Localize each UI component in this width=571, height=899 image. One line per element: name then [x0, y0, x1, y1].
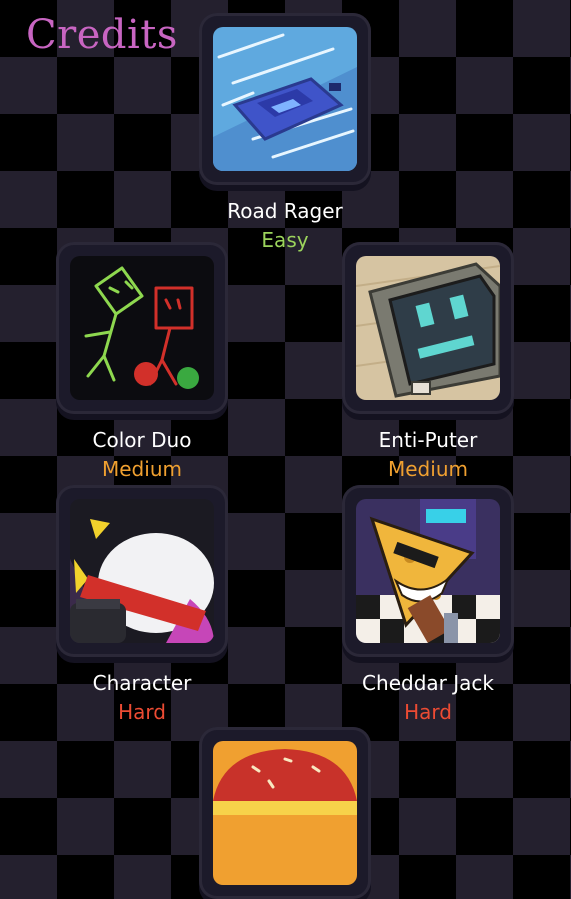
difficulty-label: Hard	[404, 700, 452, 724]
level-card-partial[interactable]	[199, 727, 371, 899]
cheese-character-art	[356, 499, 500, 643]
level-card-color-duo[interactable]: Color Duo Medium	[56, 242, 228, 481]
level-card-enti-puter[interactable]: Enti-Puter Medium	[342, 242, 514, 481]
credits-button[interactable]: Credits	[26, 12, 178, 58]
level-card-road-rager[interactable]: Road Rager Easy	[199, 13, 371, 252]
level-card-character[interactable]: Character Hard	[56, 485, 228, 724]
green-and-red-doodles-art	[70, 256, 214, 400]
difficulty-label: Hard	[118, 700, 166, 724]
level-title: Road Rager	[227, 199, 343, 223]
burger-art	[213, 741, 357, 885]
level-title: Enti-Puter	[378, 428, 478, 452]
car-on-road-art	[213, 27, 357, 171]
level-card-cheddar-jack[interactable]: Cheddar Jack Hard	[342, 485, 514, 724]
level-title: Character	[92, 671, 192, 695]
difficulty-label: Medium	[102, 457, 182, 481]
computer-face-art	[356, 256, 500, 400]
level-title: Color Duo	[92, 428, 192, 452]
white-ball-red-band-art	[70, 499, 214, 643]
difficulty-label: Medium	[388, 457, 468, 481]
level-title: Cheddar Jack	[362, 671, 494, 695]
